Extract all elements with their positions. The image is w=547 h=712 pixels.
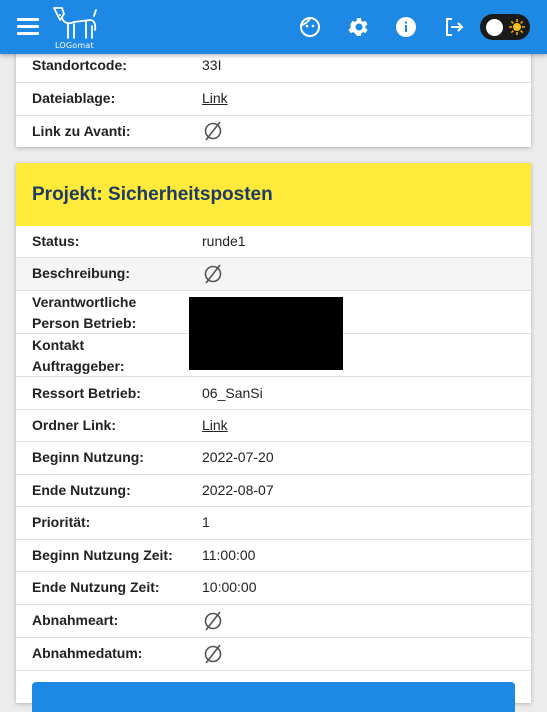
value: Link [202,88,228,109]
value: 11:00:00 [202,547,256,563]
label: Ende Nutzung: [32,482,131,498]
menu-icon[interactable] [17,18,39,36]
label: Standortcode: [32,57,127,73]
empty-set-icon [204,264,222,284]
empty-set-icon [204,611,222,631]
label: Link zu Avanti: [32,123,131,139]
label: Dateiablage: [32,90,116,106]
row-ende-nutzung-zeit: Ende Nutzung Zeit: 10:00:00 [16,572,531,605]
label: Priorität: [32,514,91,530]
label: Status: [32,233,80,249]
row-abnahmedatum: Abnahmedatum: [16,638,531,671]
value: 2022-07-20 [202,449,274,465]
label: Ordner Link: [32,417,117,433]
row-ressort: Ressort Betrieb: 06_SanSi [16,377,531,410]
row-prioritaet: Priorität: 1 [16,507,531,540]
theme-toggle[interactable] [480,14,530,40]
label: Ressort Betrieb: [32,385,141,401]
row-avanti: Link zu Avanti: [16,116,531,147]
redacted-block [189,297,343,370]
value: 06_SanSi [202,385,263,401]
project-card: Projekt: Sicherheitsposten Status: runde… [16,163,531,712]
logout-icon[interactable] [442,15,466,39]
toggle-knob [486,19,503,36]
empty-set-icon [204,121,222,141]
row-beschreibung: Beschreibung: [16,258,531,291]
project-title: Projekt: Sicherheitsposten [16,163,531,226]
value: 33I [202,57,222,73]
label: Beginn Nutzung: [32,449,144,465]
label: Verantwortliche Person Betrieb: [32,294,137,331]
logo-text: LOGomat [55,41,94,50]
label: Abnahmedatum: [32,645,143,661]
row-dateiablage: Dateiablage: Link [16,83,531,116]
row-beginn-nutzung-zeit: Beginn Nutzung Zeit: 11:00:00 [16,540,531,572]
row-ordner-link: Ordner Link: Link [16,410,531,442]
app-bar: LOGomat [0,0,547,54]
ordner-link[interactable]: Link [202,417,228,433]
value: 2022-08-07 [202,482,274,498]
info-icon[interactable] [394,15,418,39]
face-icon[interactable] [298,15,322,39]
label: Ende Nutzung Zeit: [32,579,160,595]
gear-icon[interactable] [346,15,370,39]
value: Link [202,415,228,436]
row-abnahmeart: Abnahmeart: [16,605,531,638]
value: 10:00:00 [202,579,257,595]
label: Abnahmeart: [32,612,119,628]
label: Beschreibung: [32,265,131,281]
value: runde1 [202,233,246,249]
value: 1 [202,514,210,530]
action-button[interactable] [32,682,515,712]
label: Beginn Nutzung Zeit: [32,547,173,563]
row-beginn-nutzung: Beginn Nutzung: 2022-07-20 [16,442,531,475]
row-status: Status: runde1 [16,226,531,258]
dateiablage-link[interactable]: Link [202,90,228,106]
empty-set-icon [204,644,222,664]
sun-icon [509,19,525,35]
row-ende-nutzung: Ende Nutzung: 2022-08-07 [16,475,531,507]
label: Kontakt Auftraggeber: [32,337,125,374]
